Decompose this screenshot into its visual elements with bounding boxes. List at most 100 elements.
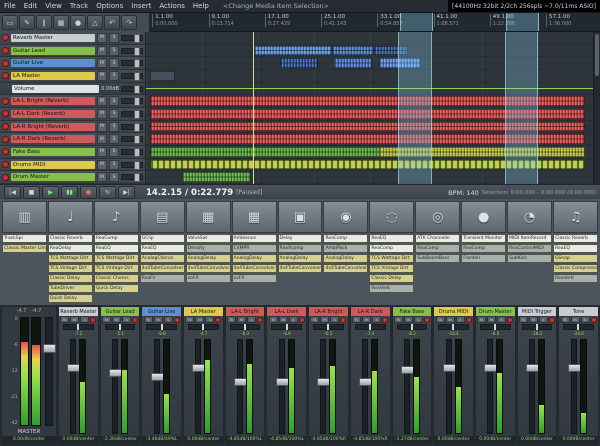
solo-button[interactable]: s — [372, 316, 382, 323]
arrange-row-la-l-dark-reverb[interactable] — [146, 108, 594, 121]
grid-toggle-button[interactable]: ▦ — [53, 15, 69, 30]
mute-button[interactable]: m — [570, 316, 580, 323]
fx-slot[interactable]: TCS Vintage Dirt — [93, 264, 139, 273]
volume-fader[interactable] — [109, 339, 123, 434]
fx-slot[interactable]: Classic Chorus — [93, 274, 139, 283]
fx-slot[interactable]: Density — [185, 244, 231, 253]
record-arm-button[interactable] — [132, 316, 139, 323]
record-arm-button[interactable] — [2, 135, 9, 143]
mixer-channel-tone[interactable]: Tone fx m s -24.0 0.00dB/center — [558, 306, 599, 445]
fx-slot[interactable]: ReaEQ — [369, 234, 415, 243]
volume-fader[interactable] — [525, 339, 539, 434]
solo-button[interactable]: s — [330, 316, 340, 323]
volume-fader[interactable] — [359, 339, 373, 434]
mute-button[interactable]: m — [153, 316, 163, 323]
arrange-row-fake-bass[interactable] — [146, 146, 594, 159]
fx-slot[interactable]: TrackSpl — [2, 234, 47, 243]
record-arm-button[interactable] — [590, 316, 597, 323]
mute-button[interactable]: m — [70, 316, 80, 323]
pointer-tool-button[interactable]: ▭ — [2, 15, 18, 30]
fx-button[interactable]: fx — [143, 316, 153, 323]
fx-slot[interactable]: ReaComp — [323, 234, 369, 243]
media-item[interactable] — [150, 109, 585, 119]
fx-slot[interactable]: Classic Master Limiter — [2, 244, 47, 253]
fx-slot[interactable]: AnalogChorus — [139, 254, 185, 263]
mute-button[interactable]: M — [97, 121, 107, 132]
track-name-label[interactable]: LA Master — [11, 71, 95, 80]
media-item[interactable] — [150, 96, 585, 107]
mute-button[interactable]: m — [237, 316, 247, 323]
fx-button[interactable]: fx — [435, 316, 445, 323]
arrange-row-volume[interactable] — [146, 82, 594, 96]
mixer-channel-la-l-dark[interactable]: LA-L Dark fx m s -6.9 -4.85dB/100%L — [266, 306, 308, 445]
track-panel-drums-midi[interactable]: Drums MIDI M S — [0, 158, 145, 172]
audio-device-status[interactable]: [44100Hz 32bit 2/2ch 256spls ~7.0/11ms A… — [448, 0, 600, 12]
fx-slot[interactable]: soFX — [231, 274, 277, 283]
media-item[interactable] — [253, 45, 332, 56]
mute-button[interactable]: m — [487, 316, 497, 323]
record-arm-button[interactable] — [2, 161, 9, 169]
mixer-channel-guitar-lead[interactable]: Guitar Lead fx m s -5.1 -2.36dB/center — [99, 306, 141, 445]
arrange-row-guitar-live[interactable] — [146, 57, 594, 71]
track-panel-la-l-dark-reverb[interactable]: LA-L Dark (Reverb) M S — [0, 108, 145, 121]
record-arm-button[interactable] — [257, 316, 264, 323]
media-item[interactable] — [150, 147, 381, 157]
solo-button[interactable]: S — [109, 58, 119, 69]
pause-button[interactable]: ▮▮ — [61, 186, 78, 199]
record-arm-button[interactable] — [423, 316, 430, 323]
menu-actions[interactable]: Actions — [155, 2, 189, 10]
menu-options[interactable]: Options — [92, 2, 127, 10]
fx-slot[interactable]: ValveSat — [185, 234, 231, 243]
envelope-line[interactable] — [146, 87, 594, 89]
record-arm-button[interactable] — [90, 316, 97, 323]
track-name-label[interactable]: LA-R Bright (Reverb) — [11, 122, 95, 131]
solo-button[interactable]: s — [122, 316, 132, 323]
record-arm-button[interactable] — [340, 316, 347, 323]
fx-button[interactable]: fx — [227, 316, 237, 323]
solo-button[interactable]: s — [455, 316, 465, 323]
pan-slider[interactable] — [396, 324, 428, 330]
stop-button[interactable]: ■ — [23, 186, 40, 199]
media-item[interactable] — [150, 71, 175, 81]
record-arm-button[interactable] — [2, 59, 9, 67]
solo-button[interactable]: S — [109, 172, 119, 183]
master-channel-strip[interactable]: -4.7 -4.7 0 -6 -12 -21 -42 MASTER 0.00dB/cen… — [1, 306, 57, 445]
arrange-row-la-r-dark-reverb[interactable] — [146, 133, 594, 147]
pan-slider[interactable] — [479, 324, 511, 330]
track-volume-fader[interactable] — [121, 160, 143, 170]
track-volume-fader[interactable] — [121, 97, 143, 107]
amp-head-icon[interactable]: ▤ — [139, 201, 185, 233]
pan-slider[interactable] — [229, 324, 261, 330]
play-position-readout[interactable]: 14.2.15 / 0:22.779 — [146, 188, 233, 198]
fx-button[interactable]: fx — [60, 316, 70, 323]
solo-button[interactable]: S — [109, 96, 119, 107]
mute-button[interactable]: M — [97, 159, 107, 170]
fx-slot[interactable]: Frontier — [461, 254, 507, 263]
fx-slot[interactable]: Ambience — [231, 234, 277, 243]
fx-slot[interactable]: AnalogDelay — [231, 254, 277, 263]
menu-insert[interactable]: Insert — [127, 2, 155, 10]
volume-fader[interactable] — [234, 339, 248, 434]
fx-slot[interactable]: AnalogDelay — [277, 254, 323, 263]
time-selection[interactable] — [505, 13, 539, 31]
record-arm-button[interactable] — [215, 316, 222, 323]
volume-fader[interactable] — [400, 339, 414, 434]
fx-button[interactable]: fx — [185, 316, 195, 323]
fx-slot[interactable]: Classic Compressor — [553, 264, 598, 273]
mixer-channel-la-l-bright[interactable]: LA-L Bright fx m s -6.3 -4.85dB/100%L — [224, 306, 266, 445]
fx-slot[interactable]: ATK Channeler — [415, 234, 461, 243]
fx-slot[interactable]: ReaEQ — [139, 244, 185, 253]
fx-button[interactable]: fx — [560, 316, 570, 323]
mute-button[interactable]: M — [97, 172, 107, 183]
fx-button[interactable]: fx — [102, 316, 112, 323]
go-to-end-button[interactable]: ▶| — [118, 186, 135, 199]
combo-amp-icon[interactable]: ▣ — [277, 201, 323, 233]
mute-button[interactable]: M — [97, 32, 107, 43]
record-arm-button[interactable] — [173, 316, 180, 323]
media-item[interactable] — [378, 147, 585, 157]
record-arm-button[interactable] — [298, 316, 305, 323]
mute-button[interactable]: m — [403, 316, 413, 323]
track-volume-fader[interactable] — [121, 122, 143, 132]
track-name-label[interactable]: Drums MIDI — [11, 160, 95, 169]
solo-button[interactable]: s — [80, 316, 90, 323]
